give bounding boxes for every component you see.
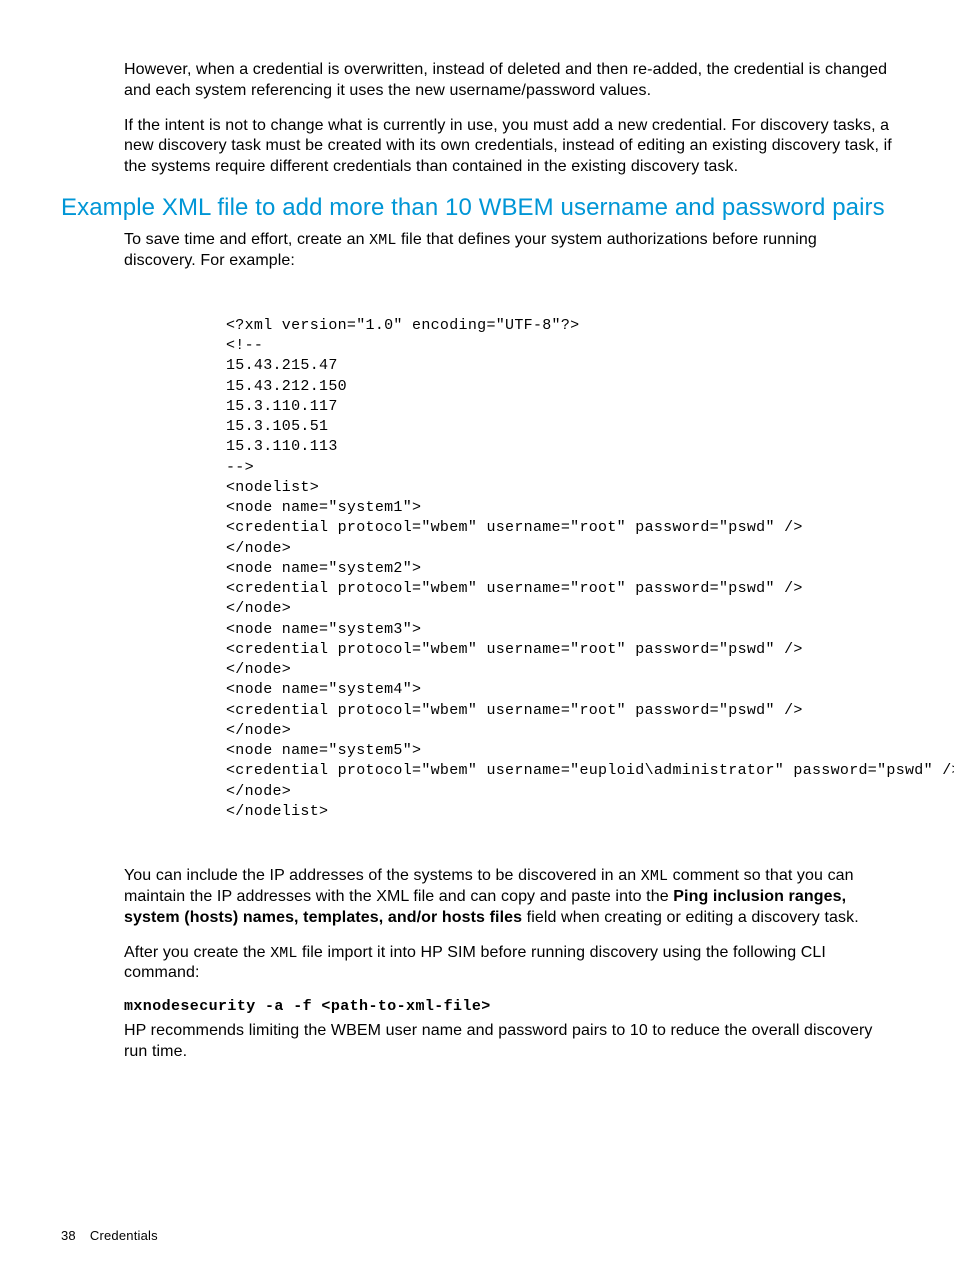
body-paragraph: You can include the IP addresses of the … (124, 866, 893, 928)
body-text: field when creating or editing a discove… (522, 909, 859, 926)
page-number: 38 (61, 1228, 76, 1243)
body-paragraph: After you create the XML file import it … (124, 943, 893, 985)
body-text: After you create the (124, 944, 270, 961)
body-text: You can include the IP addresses of the … (124, 867, 641, 884)
body-paragraph: HP recommends limiting the WBEM user nam… (124, 1021, 893, 1063)
body-paragraph: However, when a credential is overwritte… (124, 60, 893, 102)
inline-code: XML (369, 232, 396, 249)
xml-code-block: <?xml version="1.0" encoding="UTF-8"?> <… (226, 316, 893, 822)
inline-code: XML (641, 868, 668, 885)
inline-code: XML (270, 945, 297, 962)
footer-label: Credentials (90, 1228, 158, 1243)
body-paragraph: To save time and effort, create an XML f… (124, 230, 893, 272)
page-footer: 38 Credentials (61, 1228, 158, 1243)
section-heading: Example XML file to add more than 10 WBE… (61, 192, 893, 224)
body-paragraph: If the intent is not to change what is c… (124, 116, 893, 178)
cli-command: mxnodesecurity -a -f <path-to-xml-file> (124, 998, 893, 1015)
body-text: To save time and effort, create an (124, 231, 369, 248)
